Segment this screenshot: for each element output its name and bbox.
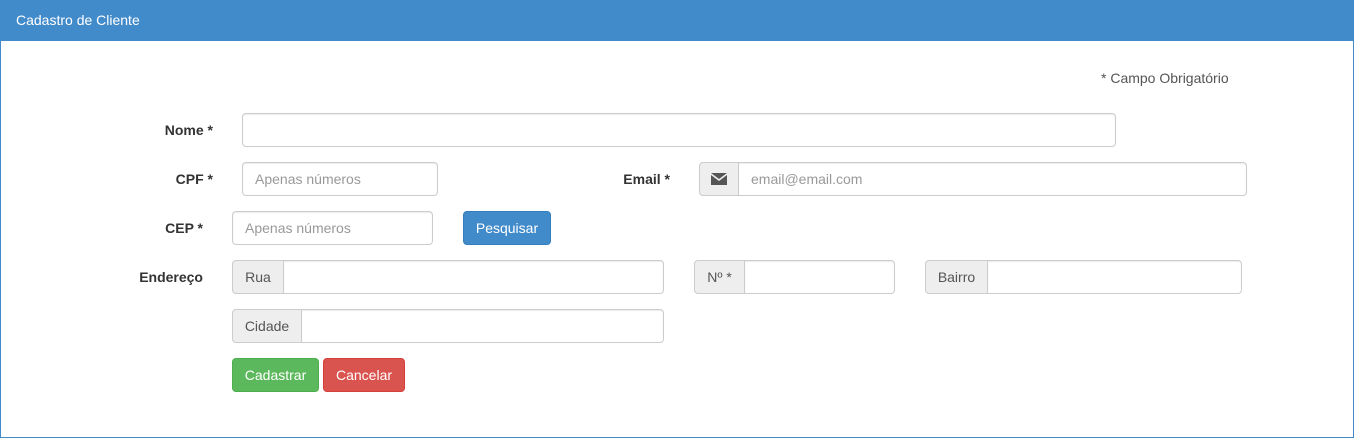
cep-input[interactable] bbox=[232, 211, 433, 245]
rua-addon: Rua bbox=[232, 260, 284, 294]
bairro-addon: Bairro bbox=[925, 260, 988, 294]
nome-label: Nome * bbox=[164, 122, 213, 138]
nome-input[interactable] bbox=[242, 113, 1116, 147]
email-input[interactable] bbox=[738, 162, 1247, 196]
cpf-input[interactable] bbox=[242, 162, 438, 196]
bairro-input[interactable] bbox=[987, 260, 1242, 294]
pesquisar-button[interactable]: Pesquisar bbox=[463, 211, 551, 245]
email-label: Email * bbox=[623, 171, 670, 187]
cep-label: CEP * bbox=[165, 220, 203, 236]
envelope-icon bbox=[711, 173, 727, 186]
panel-title: Cadastro de Cliente bbox=[1, 0, 1354, 41]
email-addon bbox=[699, 162, 739, 196]
cidade-input[interactable] bbox=[301, 309, 664, 343]
cpf-label: CPF * bbox=[175, 171, 213, 187]
numero-input[interactable] bbox=[744, 260, 895, 294]
cidade-addon: Cidade bbox=[232, 309, 302, 343]
required-note: * Campo Obrigatório bbox=[1101, 70, 1229, 86]
form-panel: Cadastro de Cliente * Campo Obrigatório … bbox=[0, 0, 1354, 438]
cadastrar-button[interactable]: Cadastrar bbox=[232, 358, 319, 392]
endereco-label: Endereço bbox=[139, 269, 203, 285]
rua-input[interactable] bbox=[283, 260, 664, 294]
cancelar-button[interactable]: Cancelar bbox=[323, 358, 405, 392]
numero-addon: Nº * bbox=[694, 260, 745, 294]
